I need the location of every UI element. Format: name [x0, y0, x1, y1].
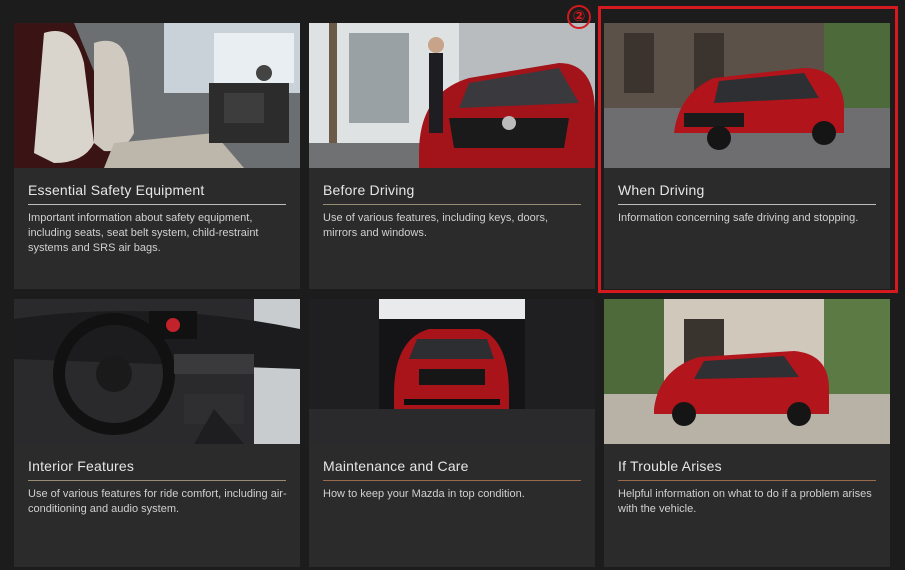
photo-driver-approaching-car — [309, 23, 595, 168]
card-if-trouble-arises[interactable]: If Trouble Arises Helpful information on… — [604, 299, 890, 567]
card-description: How to keep your Mazda in top condition. — [323, 488, 525, 500]
card-before-driving[interactable]: Before Driving Use of various features, … — [309, 23, 595, 289]
title-divider — [28, 480, 286, 481]
card-description: Important information about safety equip… — [28, 212, 259, 254]
card-description: Information concerning safe driving and … — [618, 212, 859, 224]
card-when-driving[interactable]: When Driving Information concerning safe… — [604, 23, 890, 289]
photo-car-on-street — [604, 23, 890, 168]
card-title: When Driving — [618, 182, 705, 198]
card-title: Maintenance and Care — [323, 458, 469, 474]
title-divider — [618, 480, 876, 481]
card-title: Essential Safety Equipment — [28, 182, 205, 198]
title-divider — [323, 204, 581, 205]
card-maintenance-and-care[interactable]: Maintenance and Care How to keep your Ma… — [309, 299, 595, 567]
card-essential-safety-equipment[interactable]: Essential Safety Equipment Important inf… — [14, 23, 300, 289]
photo-seats — [14, 23, 300, 168]
manual-section-grid: Essential Safety Equipment Important inf… — [0, 0, 905, 570]
title-divider — [28, 204, 286, 205]
callout-number-marker: ② — [567, 5, 591, 29]
card-title: If Trouble Arises — [618, 458, 722, 474]
card-description: Use of various features, including keys,… — [323, 212, 549, 239]
card-title: Interior Features — [28, 458, 135, 474]
card-description: Helpful information on what to do if a p… — [618, 488, 872, 515]
photo-dashboard-steering-wheel — [14, 299, 300, 444]
title-divider — [323, 480, 581, 481]
photo-car-parked-by-building — [604, 299, 890, 444]
photo-car-in-garage — [309, 299, 595, 444]
card-description: Use of various features for ride comfort… — [28, 488, 287, 515]
card-title: Before Driving — [323, 182, 415, 198]
title-divider — [618, 204, 876, 205]
card-interior-features[interactable]: Interior Features Use of various feature… — [14, 299, 300, 567]
